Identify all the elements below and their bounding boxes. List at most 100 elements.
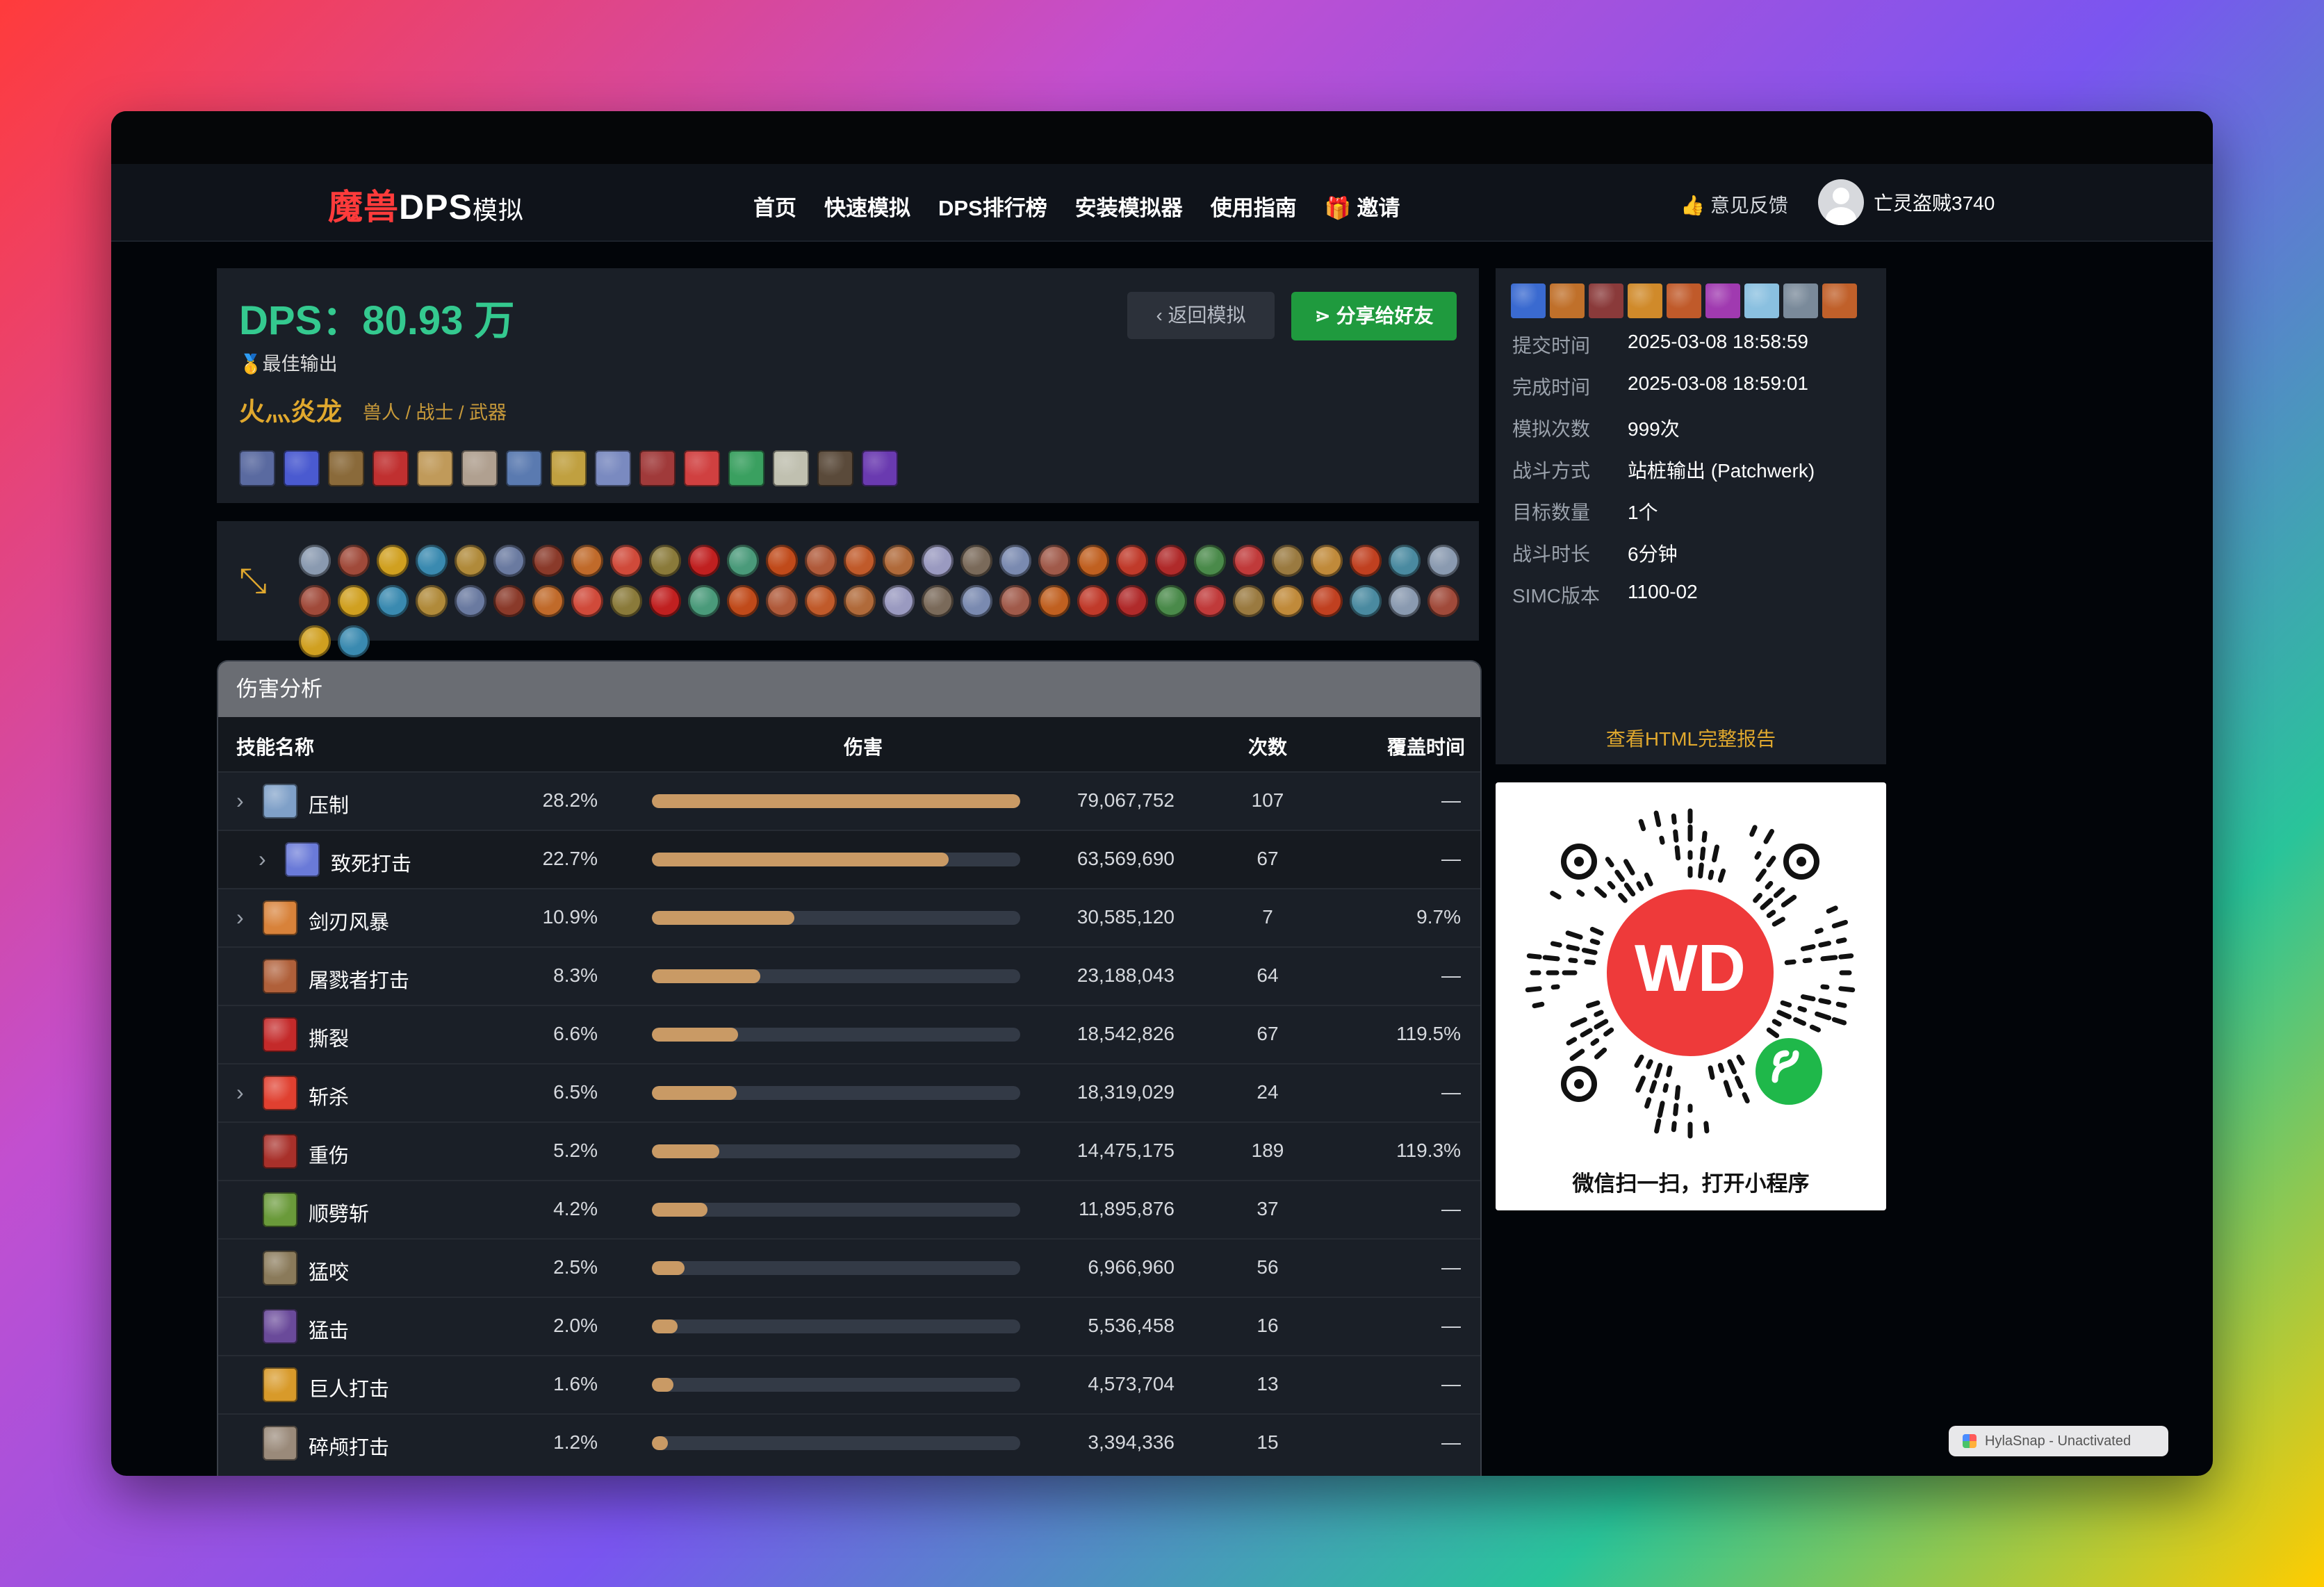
talent-icon[interactable] [1427, 545, 1459, 577]
talent-icon[interactable] [1116, 545, 1148, 577]
gear-slot-icon[interactable] [862, 450, 898, 486]
talent-icon[interactable] [1427, 585, 1459, 617]
talent-icon[interactable] [377, 585, 409, 617]
damage-bar [652, 1436, 1020, 1450]
sim-info-value: 1100-02 [1628, 581, 1698, 602]
talent-icon[interactable] [1233, 585, 1265, 617]
talent-icon[interactable] [999, 545, 1031, 577]
talent-icon[interactable] [1272, 585, 1304, 617]
chevron-right-icon[interactable]: › [236, 1080, 244, 1105]
talent-icon[interactable] [999, 585, 1031, 617]
feedback-link[interactable]: 👍 意见反馈 [1680, 190, 1788, 218]
share-button[interactable]: ⋗ 分享给好友 [1291, 292, 1457, 340]
talent-icon[interactable] [1077, 585, 1109, 617]
talent-icon[interactable] [960, 545, 992, 577]
talent-icon[interactable] [416, 545, 448, 577]
talent-icon[interactable] [299, 625, 331, 657]
talent-icon[interactable] [610, 585, 642, 617]
gear-slot-icon[interactable] [239, 450, 275, 486]
talent-icon[interactable] [1311, 585, 1343, 617]
gear-slot-icon[interactable] [728, 450, 764, 486]
talent-icon[interactable] [844, 545, 876, 577]
talent-icon[interactable] [766, 545, 798, 577]
talent-icon[interactable] [299, 545, 331, 577]
gear-slot-icon[interactable] [461, 450, 498, 486]
talent-icon[interactable] [960, 585, 992, 617]
gear-slot-icon[interactable] [684, 450, 720, 486]
talent-icon[interactable] [1350, 585, 1382, 617]
talent-icon[interactable] [571, 585, 603, 617]
talent-icon[interactable] [805, 545, 837, 577]
talent-icon[interactable] [1155, 585, 1187, 617]
talent-icon[interactable] [727, 585, 759, 617]
talent-icon[interactable] [610, 545, 642, 577]
talent-icon[interactable] [1233, 545, 1265, 577]
nav-guide[interactable]: 使用指南 [1211, 190, 1297, 222]
talent-icon[interactable] [649, 545, 681, 577]
nav-home[interactable]: 首页 [753, 190, 796, 222]
gear-slot-icon[interactable] [284, 450, 320, 486]
talent-icon[interactable] [493, 585, 525, 617]
talent-icon[interactable] [922, 585, 954, 617]
talent-icon[interactable] [1389, 545, 1421, 577]
chevron-right-icon[interactable]: › [236, 905, 244, 930]
talent-icon[interactable] [727, 545, 759, 577]
damage-row[interactable]: › 压制 28.2% 79,067,752 107 — [218, 771, 1480, 830]
talent-icon[interactable] [1155, 545, 1187, 577]
talent-icon[interactable] [377, 545, 409, 577]
talent-icon[interactable] [455, 545, 486, 577]
html-report-link[interactable]: 查看HTML完整报告 [1496, 724, 1886, 752]
talent-icon[interactable] [1194, 585, 1226, 617]
talent-icon[interactable] [455, 585, 486, 617]
talent-icon[interactable] [649, 585, 681, 617]
gear-slot-icon[interactable] [328, 450, 364, 486]
gear-slot-icon[interactable] [550, 450, 587, 486]
talent-icon[interactable] [338, 545, 370, 577]
talent-icon[interactable] [922, 545, 954, 577]
gear-slot-icon[interactable] [417, 450, 453, 486]
gear-slot-icon[interactable] [639, 450, 676, 486]
talent-icon[interactable] [766, 585, 798, 617]
gear-slot-icon[interactable] [817, 450, 853, 486]
talent-icon[interactable] [493, 545, 525, 577]
back-to-sim-button[interactable]: ‹ 返回模拟 [1127, 292, 1275, 339]
talent-icon[interactable] [805, 585, 837, 617]
talent-icon[interactable] [532, 545, 564, 577]
chevron-right-icon[interactable]: › [259, 846, 266, 872]
talent-icon[interactable] [1077, 545, 1109, 577]
talent-icon[interactable] [299, 585, 331, 617]
talent-icon[interactable] [338, 625, 370, 657]
nav-dps-ranking[interactable]: DPS排行榜 [938, 190, 1047, 222]
talent-icon[interactable] [571, 545, 603, 577]
damage-row[interactable]: › 斩杀 6.5% 18,319,029 24 — [218, 1063, 1480, 1121]
talent-icon[interactable] [1194, 545, 1226, 577]
talent-icon[interactable] [338, 585, 370, 617]
talent-icon[interactable] [883, 545, 915, 577]
site-logo[interactable]: 魔兽DPS模拟 [328, 179, 524, 229]
talent-icon[interactable] [416, 585, 448, 617]
talent-icon[interactable] [1389, 585, 1421, 617]
talent-icon[interactable] [1038, 585, 1070, 617]
nav-quick-sim[interactable]: 快速模拟 [824, 190, 910, 222]
gear-slot-icon[interactable] [506, 450, 542, 486]
gear-slot-icon[interactable] [595, 450, 631, 486]
nav-invite[interactable]: 🎁 邀请 [1325, 190, 1400, 222]
talent-icon[interactable] [688, 585, 720, 617]
chevron-right-icon[interactable]: › [236, 788, 244, 814]
talent-icon[interactable] [1311, 545, 1343, 577]
user-menu[interactable]: 亡灵盗贼3740 [1818, 179, 1995, 225]
talent-icon[interactable] [1272, 545, 1304, 577]
talent-icon[interactable] [844, 585, 876, 617]
talent-icon[interactable] [883, 585, 915, 617]
talent-icon[interactable] [1038, 545, 1070, 577]
damage-row[interactable]: › 致死打击 22.7% 63,569,690 67 — [218, 830, 1480, 888]
expand-icon[interactable]: ⤡ [239, 563, 267, 598]
talent-icon[interactable] [532, 585, 564, 617]
nav-install-simulator[interactable]: 安装模拟器 [1075, 190, 1183, 222]
damage-row[interactable]: › 剑刃风暴 10.9% 30,585,120 7 9.7% [218, 888, 1480, 946]
talent-icon[interactable] [688, 545, 720, 577]
talent-icon[interactable] [1350, 545, 1382, 577]
gear-slot-icon[interactable] [373, 450, 409, 486]
talent-icon[interactable] [1116, 585, 1148, 617]
gear-slot-icon[interactable] [773, 450, 809, 486]
